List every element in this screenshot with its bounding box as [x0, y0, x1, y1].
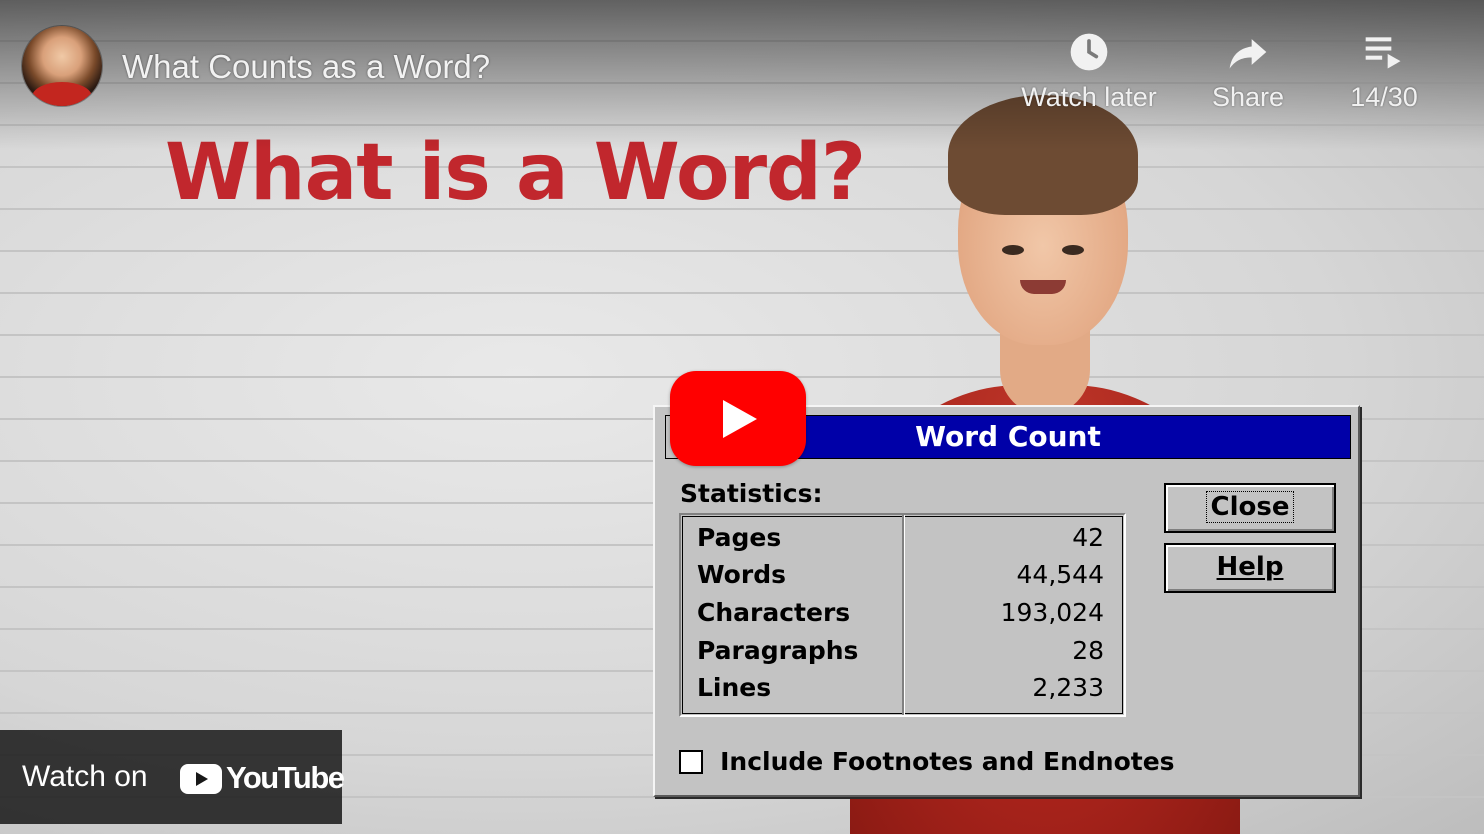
- stat-value-characters: 193,024: [1000, 598, 1104, 627]
- share-label: Share: [1211, 82, 1285, 112]
- playlist-icon: [1365, 37, 1401, 69]
- playlist-position: 14/30: [1350, 82, 1418, 112]
- help-button-label: Help: [1216, 552, 1284, 582]
- watch-later-button[interactable]: Watch later: [1018, 30, 1160, 113]
- watch-later-label: Watch later: [1021, 82, 1157, 112]
- statistics-table: Pages 42 Words 44,544 Characters 193,024…: [679, 513, 1126, 717]
- play-button[interactable]: [670, 371, 806, 466]
- dialog-title: Word Count: [915, 420, 1101, 453]
- youtube-wordmark: YouTube: [226, 760, 345, 795]
- stat-value-lines: 2,233: [1032, 673, 1104, 702]
- youtube-logo-icon: [180, 764, 222, 794]
- footnotes-checkbox-label: Include Footnotes and Endnotes: [720, 747, 1175, 776]
- statistics-label: Statistics:: [680, 479, 823, 508]
- video-title[interactable]: What Counts as a Word?: [122, 48, 490, 86]
- stat-name-lines: Lines: [697, 673, 772, 702]
- stat-name-characters: Characters: [697, 598, 851, 627]
- help-button[interactable]: Help: [1164, 543, 1336, 593]
- stat-value-paragraphs: 28: [1072, 636, 1104, 665]
- stat-value-words: 44,544: [1016, 560, 1104, 589]
- video-player[interactable]: What is a Word? Word Count Statistics: P…: [0, 0, 1484, 834]
- stat-name-paragraphs: Paragraphs: [697, 636, 859, 665]
- share-button[interactable]: Share: [1205, 30, 1291, 113]
- close-button[interactable]: Close: [1164, 483, 1336, 533]
- playlist-button[interactable]: 14/30: [1343, 30, 1425, 113]
- channel-avatar[interactable]: [22, 26, 102, 106]
- close-button-label: Close: [1205, 491, 1295, 523]
- share-arrow-icon: [1229, 39, 1267, 69]
- stat-value-pages: 42: [1072, 523, 1104, 552]
- stat-name-words: Words: [697, 560, 786, 589]
- clock-icon: [1070, 33, 1108, 71]
- player-top-bar: What Counts as a Word? Watch later Share…: [0, 0, 1484, 150]
- stat-name-pages: Pages: [697, 523, 782, 552]
- footnotes-option[interactable]: Include Footnotes and Endnotes: [679, 747, 1175, 776]
- watch-on-label: Watch on: [22, 760, 148, 793]
- footnotes-checkbox[interactable]: [679, 749, 703, 774]
- play-icon: [723, 400, 757, 438]
- watch-on-youtube-button[interactable]: Watch on YouTube: [0, 730, 345, 824]
